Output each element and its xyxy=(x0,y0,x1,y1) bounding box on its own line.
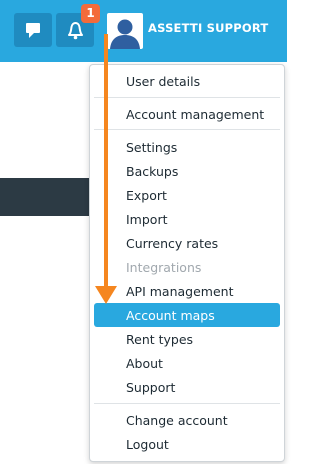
top-bar: 1 ASSETTI SUPPORT xyxy=(0,0,287,62)
menu-item-currency-rates[interactable]: Currency rates xyxy=(94,231,280,255)
menu-item-label: Currency rates xyxy=(126,236,219,251)
chat-icon xyxy=(26,23,40,38)
menu-item-rent-types[interactable]: Rent types xyxy=(94,327,280,351)
menu-item-export[interactable]: Export xyxy=(94,183,280,207)
menu-item-label: Backups xyxy=(126,164,179,179)
menu-item-label: Logout xyxy=(126,437,169,452)
menu-item-account-maps[interactable]: Account maps xyxy=(94,303,280,327)
menu-item-integrations: Integrations xyxy=(94,255,280,279)
menu-item-account-management[interactable]: Account management xyxy=(94,102,280,126)
menu-item-user-details[interactable]: User details xyxy=(94,69,280,93)
menu-divider xyxy=(94,403,280,404)
menu-item-api-management[interactable]: API management xyxy=(94,279,280,303)
menu-item-label: Change account xyxy=(126,413,228,428)
menu-item-label: API management xyxy=(126,284,234,299)
menu-item-settings[interactable]: Settings xyxy=(94,135,280,159)
menu-item-label: Import xyxy=(126,212,168,227)
user-avatar[interactable] xyxy=(107,13,143,49)
menu-item-import[interactable]: Import xyxy=(94,207,280,231)
notification-count-badge: 1 xyxy=(81,4,100,23)
user-dropdown-menu: User details Account management Settings… xyxy=(89,64,285,462)
menu-item-support[interactable]: Support xyxy=(94,375,280,399)
background-panel xyxy=(0,178,92,216)
menu-divider xyxy=(94,129,280,130)
menu-item-logout[interactable]: Logout xyxy=(94,432,280,456)
user-name[interactable]: ASSETTI SUPPORT xyxy=(148,21,268,35)
menu-item-label: Settings xyxy=(126,140,178,155)
menu-item-label: About xyxy=(126,356,163,371)
user-avatar-icon xyxy=(110,19,140,49)
menu-item-label: Account maps xyxy=(126,308,215,323)
menu-item-backups[interactable]: Backups xyxy=(94,159,280,183)
menu-item-label: Support xyxy=(126,380,176,395)
menu-item-about[interactable]: About xyxy=(94,351,280,375)
menu-item-label: Export xyxy=(126,188,167,203)
chat-button[interactable] xyxy=(14,13,52,47)
menu-item-label: Integrations xyxy=(126,260,202,275)
menu-divider xyxy=(94,97,280,98)
menu-item-label: User details xyxy=(126,74,201,89)
menu-item-label: Rent types xyxy=(126,332,194,347)
menu-item-change-account[interactable]: Change account xyxy=(94,408,280,432)
menu-item-label: Account management xyxy=(126,107,265,122)
